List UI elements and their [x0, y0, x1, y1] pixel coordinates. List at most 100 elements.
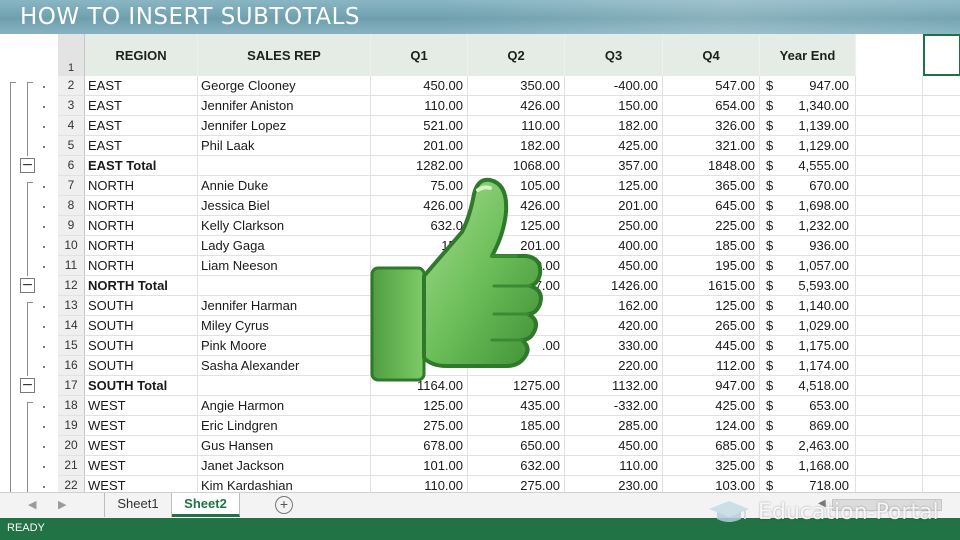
header-q1[interactable]: Q1: [371, 34, 468, 76]
cell-sales-rep[interactable]: Jennifer Harman: [198, 296, 371, 315]
cell-sales-rep[interactable]: Kelly Clarkson: [198, 216, 371, 235]
cell-q1[interactable]: 101.00: [371, 456, 468, 475]
empty-cell[interactable]: [923, 436, 960, 455]
cell-q4[interactable]: 321.00: [663, 136, 760, 155]
cell-region[interactable]: WEST: [85, 436, 198, 455]
cell-region[interactable]: SOUTH: [85, 316, 198, 335]
cell-q3[interactable]: 285.00: [565, 416, 663, 435]
cell-q1[interactable]: 110.00: [371, 96, 468, 115]
row-number[interactable]: 20: [58, 436, 85, 455]
empty-cell[interactable]: [923, 376, 960, 395]
cell-sales-rep[interactable]: Annie Duke: [198, 176, 371, 195]
empty-cell[interactable]: [923, 336, 960, 355]
cell-year-end[interactable]: $1,698.00: [760, 196, 856, 215]
cell-sales-rep[interactable]: Eric Lindgren: [198, 416, 371, 435]
cell-year-end[interactable]: $4,555.00: [760, 156, 856, 175]
empty-cell[interactable]: [856, 96, 923, 115]
cell-region[interactable]: SOUTH: [85, 296, 198, 315]
empty-cell[interactable]: [856, 216, 923, 235]
cell-q2[interactable]: 110.00: [468, 116, 565, 135]
row-number-1[interactable]: 1: [58, 34, 85, 76]
cell-q4[interactable]: 265.00: [663, 316, 760, 335]
cell-q3[interactable]: 110.00: [565, 456, 663, 475]
empty-cell[interactable]: [856, 116, 923, 135]
cell-q1[interactable]: 201.00: [371, 136, 468, 155]
cell-q2[interactable]: 650.00: [468, 436, 565, 455]
collapse-group-button[interactable]: −: [20, 158, 35, 173]
cell-q4[interactable]: 103.00: [663, 476, 760, 492]
cell-q3[interactable]: 250.00: [565, 216, 663, 235]
cell-q4[interactable]: 195.00: [663, 256, 760, 275]
cell-year-end[interactable]: $1,140.00: [760, 296, 856, 315]
empty-cell[interactable]: [856, 376, 923, 395]
cell-q4[interactable]: 654.00: [663, 96, 760, 115]
row-number[interactable]: 17: [58, 376, 85, 395]
empty-cell[interactable]: [856, 136, 923, 155]
cell-q1[interactable]: 450.00: [371, 76, 468, 95]
cell-sales-rep[interactable]: Pink Moore: [198, 336, 371, 355]
empty-cell[interactable]: [856, 256, 923, 275]
cell-sales-rep[interactable]: George Clooney: [198, 76, 371, 95]
cell-region[interactable]: WEST: [85, 416, 198, 435]
cell-region[interactable]: SOUTH: [85, 356, 198, 375]
row-number[interactable]: 8: [58, 196, 85, 215]
cell-year-end[interactable]: $1,168.00: [760, 456, 856, 475]
active-cell-selection[interactable]: [923, 34, 960, 76]
cell-sales-rep[interactable]: Jennifer Aniston: [198, 96, 371, 115]
row-number[interactable]: 9: [58, 216, 85, 235]
cell-q2[interactable]: 350.00: [468, 76, 565, 95]
cell-q4[interactable]: 947.00: [663, 376, 760, 395]
cell-q4[interactable]: 1848.00: [663, 156, 760, 175]
empty-cell[interactable]: [856, 196, 923, 215]
cell-q3[interactable]: 400.00: [565, 236, 663, 255]
cell-region[interactable]: NORTH: [85, 196, 198, 215]
cell-region[interactable]: EAST: [85, 116, 198, 135]
cell-q1[interactable]: 110.00: [371, 476, 468, 492]
add-sheet-button[interactable]: +: [275, 496, 293, 514]
cell-sales-rep[interactable]: Janet Jackson: [198, 456, 371, 475]
cell-sales-rep[interactable]: Jennifer Lopez: [198, 116, 371, 135]
cell-q4[interactable]: 1615.00: [663, 276, 760, 295]
cell-year-end[interactable]: $947.00: [760, 76, 856, 95]
row-number[interactable]: 18: [58, 396, 85, 415]
empty-cell[interactable]: [923, 256, 960, 275]
cell-year-end[interactable]: $1,174.00: [760, 356, 856, 375]
collapse-group-button[interactable]: −: [20, 378, 35, 393]
cell-q4[interactable]: 425.00: [663, 396, 760, 415]
cell-sales-rep[interactable]: Kim Kardashian: [198, 476, 371, 492]
cell-q4[interactable]: 365.00: [663, 176, 760, 195]
sheet-tab-sheet2[interactable]: Sheet2: [172, 493, 240, 517]
cell-year-end[interactable]: $5,593.00: [760, 276, 856, 295]
cell-year-end[interactable]: $4,518.00: [760, 376, 856, 395]
cell-q3[interactable]: 230.00: [565, 476, 663, 492]
row-number[interactable]: 15: [58, 336, 85, 355]
cell-q2[interactable]: 275.00: [468, 476, 565, 492]
collapse-group-button[interactable]: −: [20, 278, 35, 293]
cell-sales-rep[interactable]: Phil Laak: [198, 136, 371, 155]
cell-sales-rep[interactable]: Angie Harmon: [198, 396, 371, 415]
row-number[interactable]: 14: [58, 316, 85, 335]
cell-year-end[interactable]: $1,029.00: [760, 316, 856, 335]
row-number[interactable]: 10: [58, 236, 85, 255]
empty-cell[interactable]: [856, 336, 923, 355]
cell-year-end[interactable]: $670.00: [760, 176, 856, 195]
cell-q3[interactable]: 182.00: [565, 116, 663, 135]
cell-region[interactable]: EAST: [85, 136, 198, 155]
cell-q1[interactable]: 521.00: [371, 116, 468, 135]
empty-cell[interactable]: [923, 136, 960, 155]
row-number[interactable]: 21: [58, 456, 85, 475]
empty-cell[interactable]: [856, 436, 923, 455]
cell-region[interactable]: WEST: [85, 396, 198, 415]
cell-region[interactable]: EAST: [85, 96, 198, 115]
cell-q1[interactable]: 125.00: [371, 396, 468, 415]
cell-year-end[interactable]: $1,340.00: [760, 96, 856, 115]
cell-q4[interactable]: 326.00: [663, 116, 760, 135]
empty-cell[interactable]: [856, 276, 923, 295]
cell-q4[interactable]: 185.00: [663, 236, 760, 255]
cell-region[interactable]: WEST: [85, 476, 198, 492]
cell-year-end[interactable]: $653.00: [760, 396, 856, 415]
empty-cell[interactable]: [923, 476, 960, 492]
row-number[interactable]: 11: [58, 256, 85, 275]
cell-year-end[interactable]: $2,463.00: [760, 436, 856, 455]
row-number[interactable]: 19: [58, 416, 85, 435]
